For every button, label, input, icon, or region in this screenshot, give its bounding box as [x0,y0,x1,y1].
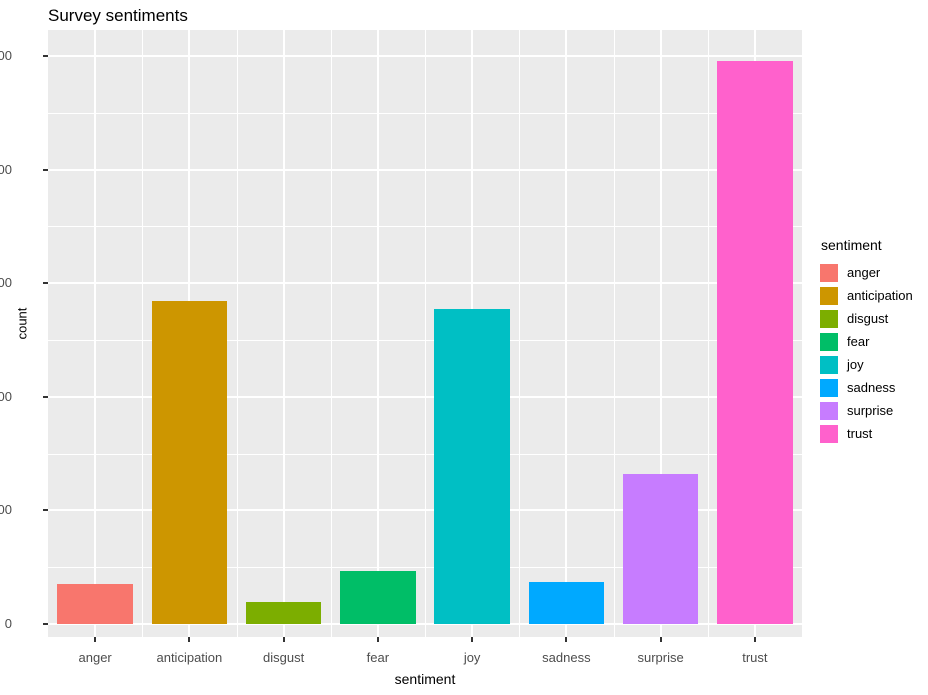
legend-label: anticipation [847,287,913,303]
bar-trust [717,60,793,624]
legend-label: sadness [847,379,896,395]
y-tick-mark [43,168,48,171]
plot-panel [48,30,802,637]
gridline-x-minor [707,30,709,637]
legend-label: disgust [847,310,889,326]
legend-swatch-joy [820,355,838,374]
x-tick-label-fear: fear [366,650,390,665]
x-tick-mark [565,637,568,642]
gridline-x-major [282,30,285,637]
legend-label: surprise [847,402,894,418]
legend-title: sentiment [821,237,882,253]
legend-swatch-fear [820,332,838,351]
y-tick-label: 300 [0,275,12,291]
x-tick-mark [753,637,756,642]
x-tick-label-anger: anger [78,650,112,665]
y-tick-mark [43,55,48,57]
gridline-x-minor [142,30,144,637]
x-tick-mark [376,637,379,642]
legend: sentiment anger anticipation disgust fear jo… [820,238,913,445]
legend-item-anticipation: anticipation [820,284,913,307]
gridline-x-minor [519,30,521,637]
bar-fear [340,570,416,624]
bar-surprise [622,474,699,624]
chart-container: Survey sentiments 0 100 200 300 400 500 count… [0,0,928,695]
legend-item-anger: anger [820,261,913,284]
legend-label: fear [847,333,870,349]
x-tick-label-disgust: disgust [263,650,305,665]
x-tick-mark [94,637,97,642]
y-axis-title: count [14,307,30,340]
y-tick-mark [43,509,48,512]
legend-swatch-surprise [820,401,838,420]
legend-item-joy: joy [820,353,913,376]
legend-label: anger [847,264,881,280]
bar-joy [434,309,510,624]
y-tick-label: 500 [0,48,12,63]
legend-item-disgust: disgust [820,307,913,330]
legend-swatch-trust [820,424,838,443]
gridline-x-major [565,30,568,637]
legend-item-fear: fear [820,330,913,353]
y-tick-label: 200 [0,388,12,404]
x-tick-label-sadness: sadness [542,650,591,665]
gridline-x-minor [330,30,332,637]
bar-sadness [528,581,605,624]
gridline-x-major [94,30,97,637]
y-tick-mark [43,623,48,625]
y-tick-mark [43,395,48,398]
legend-items: anger anticipation disgust fear joy sadness su… [820,261,913,445]
bar-anger [57,584,133,624]
gridline-x-minor [613,30,615,637]
y-tick-mark [43,282,48,285]
gridline-x-minor [236,30,238,637]
bar-disgust [245,602,322,624]
bar-anticipation [151,301,228,624]
x-tick-mark [659,637,662,642]
gridline-x-minor [425,30,426,637]
x-tick-label-joy: joy [463,650,481,665]
legend-label: joy [847,356,864,372]
x-tick-mark [471,637,474,642]
legend-swatch-disgust [820,309,838,328]
x-tick-label-surprise: surprise [637,650,684,665]
gridline-x-major [376,30,379,637]
legend-swatch-anger [820,263,838,282]
legend-swatch-sadness [820,378,838,397]
legend-swatch-anticipation [820,286,838,305]
x-tick-mark [188,637,191,642]
x-axis-title: sentiment [394,671,456,687]
legend-label: trust [847,425,873,441]
y-tick-label: 100 [0,502,12,518]
legend-item-surprise: surprise [820,399,913,422]
chart-title: Survey sentiments [48,6,188,25]
x-tick-label-trust: trust [742,650,768,665]
legend-item-sadness: sadness [820,376,913,399]
x-tick-mark [282,637,285,642]
x-tick-label-anticipation: anticipation [156,650,223,665]
y-tick-label: 0 [4,616,12,631]
y-tick-label: 400 [0,161,12,177]
legend-item-trust: trust [820,422,913,445]
